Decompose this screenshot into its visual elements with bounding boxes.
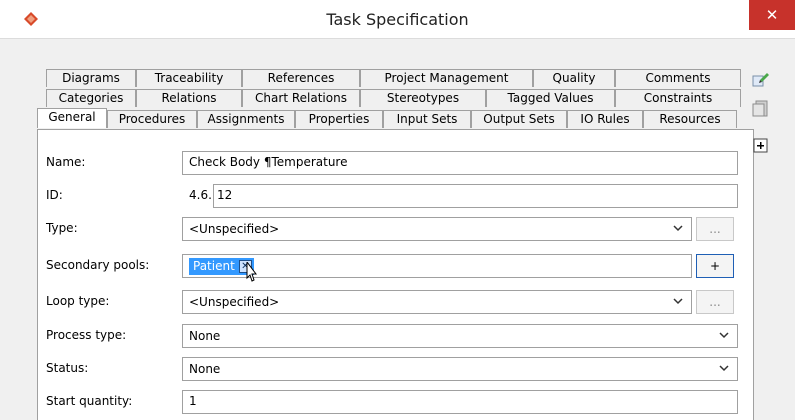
tab-tagged-values[interactable]: Tagged Values bbox=[486, 89, 615, 107]
tab-output-sets[interactable]: Output Sets bbox=[471, 110, 567, 128]
edit-icon[interactable] bbox=[752, 70, 770, 88]
id-prefix: 4.6. bbox=[189, 188, 212, 202]
loop-type-row: Loop type: <Unspecified> ... bbox=[46, 290, 746, 314]
chevron-down-icon bbox=[719, 332, 729, 339]
id-field[interactable]: 12 bbox=[213, 184, 738, 208]
type-select[interactable]: <Unspecified> bbox=[182, 217, 692, 241]
type-label: Type: bbox=[46, 221, 78, 235]
secondary-pools-field[interactable]: Patient ✕ bbox=[182, 254, 692, 278]
status-row: Status: None bbox=[46, 357, 746, 381]
start-quantity-label: Start quantity: bbox=[46, 394, 133, 408]
tab-project-management[interactable]: Project Management bbox=[360, 69, 533, 87]
status-value: None bbox=[189, 362, 221, 376]
tab-general[interactable]: General bbox=[37, 108, 107, 128]
process-type-value: None bbox=[189, 329, 221, 343]
mouse-cursor-icon bbox=[246, 262, 257, 282]
loop-type-value: <Unspecified> bbox=[189, 295, 280, 309]
tab-constraints[interactable]: Constraints bbox=[615, 89, 741, 107]
start-quantity-row: Start quantity: 1 bbox=[46, 390, 746, 414]
tab-row-2: Categories Relations Chart Relations Ste… bbox=[46, 89, 741, 107]
tab-row-3: General Procedures Assignments Propertie… bbox=[37, 108, 737, 128]
chevron-down-icon bbox=[673, 298, 683, 305]
secondary-pools-row: Secondary pools: Patient ✕ + bbox=[46, 254, 746, 278]
loop-type-label: Loop type: bbox=[46, 294, 110, 308]
tab-resources[interactable]: Resources bbox=[643, 110, 737, 128]
process-type-label: Process type: bbox=[46, 328, 127, 342]
type-browse-button[interactable]: ... bbox=[696, 217, 734, 241]
tab-comments[interactable]: Comments bbox=[615, 69, 741, 87]
id-label: ID: bbox=[46, 188, 63, 202]
status-label: Status: bbox=[46, 361, 89, 375]
name-row: Name: Check Body ¶Temperature bbox=[46, 151, 746, 175]
title-bar: Task Specification ✕ bbox=[0, 0, 795, 39]
tab-categories[interactable]: Categories bbox=[46, 89, 136, 107]
tab-chart-relations[interactable]: Chart Relations bbox=[242, 89, 360, 107]
pool-chip-label: Patient bbox=[193, 259, 235, 273]
type-row: Type: <Unspecified> ... bbox=[46, 217, 746, 241]
doc-icon[interactable] bbox=[752, 100, 770, 118]
tab-assignments[interactable]: Assignments bbox=[197, 110, 295, 128]
name-label: Name: bbox=[46, 155, 86, 169]
tab-input-sets[interactable]: Input Sets bbox=[383, 110, 471, 128]
tab-stereotypes[interactable]: Stereotypes bbox=[360, 89, 486, 107]
tab-traceability[interactable]: Traceability bbox=[136, 69, 242, 87]
tab-relations[interactable]: Relations bbox=[136, 89, 242, 107]
add-pool-button[interactable]: + bbox=[696, 254, 734, 278]
chevron-down-icon bbox=[673, 225, 683, 232]
tab-procedures[interactable]: Procedures bbox=[107, 110, 197, 128]
loop-type-select[interactable]: <Unspecified> bbox=[182, 290, 692, 314]
tab-diagrams[interactable]: Diagrams bbox=[46, 69, 136, 87]
secondary-pools-label: Secondary pools: bbox=[46, 258, 150, 272]
id-row: ID: 4.6. 12 bbox=[46, 184, 746, 208]
loop-type-browse-button[interactable]: ... bbox=[696, 290, 734, 314]
process-type-row: Process type: None bbox=[46, 324, 746, 348]
start-quantity-field[interactable]: 1 bbox=[182, 390, 738, 414]
tab-properties[interactable]: Properties bbox=[295, 110, 383, 128]
chevron-down-icon bbox=[719, 365, 729, 372]
close-button[interactable]: ✕ bbox=[749, 0, 795, 30]
type-value: <Unspecified> bbox=[189, 222, 280, 236]
tab-references[interactable]: References bbox=[242, 69, 360, 87]
add-icon[interactable] bbox=[752, 137, 770, 155]
tab-row-1: Diagrams Traceability References Project… bbox=[46, 69, 741, 87]
process-type-select[interactable]: None bbox=[182, 324, 738, 348]
window-title: Task Specification bbox=[326, 10, 469, 29]
status-select[interactable]: None bbox=[182, 357, 738, 381]
tab-quality[interactable]: Quality bbox=[533, 69, 615, 87]
tab-io-rules[interactable]: IO Rules bbox=[567, 110, 643, 128]
name-field[interactable]: Check Body ¶Temperature bbox=[182, 151, 738, 175]
